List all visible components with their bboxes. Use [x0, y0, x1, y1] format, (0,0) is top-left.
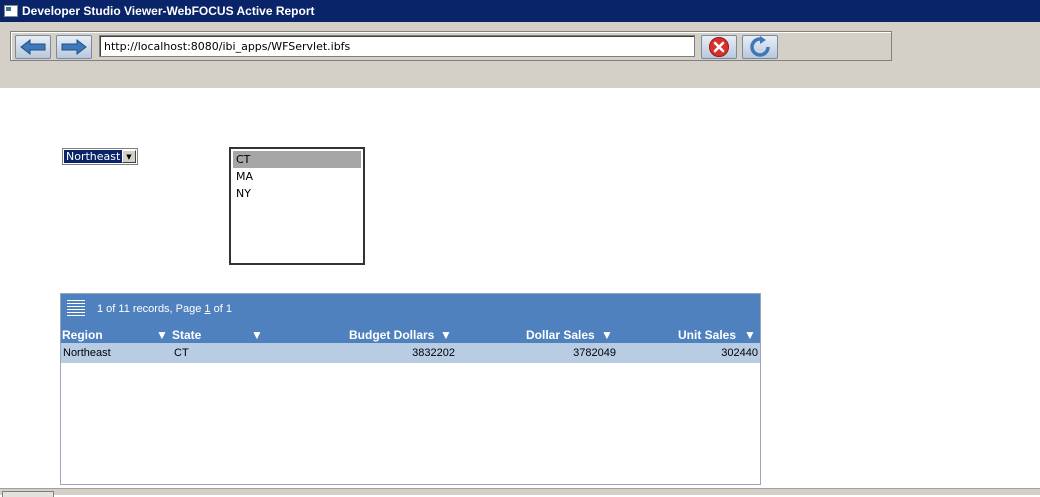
cell-region: Northeast	[63, 347, 111, 359]
cell-budget-dollars: 3832202	[412, 347, 455, 359]
records-prefix: 1 of 11 records, Page	[97, 303, 205, 315]
state-listbox[interactable]: CT MA NY	[229, 147, 365, 265]
region-selected-value: Northeast	[64, 150, 123, 163]
status-strip	[0, 488, 1040, 497]
back-button[interactable]	[15, 35, 51, 59]
column-header-state[interactable]: State	[172, 327, 201, 343]
active-report: 1 of 11 records, Page 1 of 1 Region ▼ St…	[60, 293, 761, 485]
refresh-button[interactable]	[742, 35, 778, 59]
refresh-icon	[750, 36, 770, 57]
sort-arrow-icon[interactable]: ▼	[601, 327, 613, 343]
region-dropdown[interactable]: Northeast ▼	[62, 148, 138, 165]
column-label-state: State	[172, 328, 202, 342]
column-label-unit-sales: Unit Sales	[678, 328, 737, 342]
report-header: 1 of 11 records, Page 1 of 1 Region ▼ St…	[61, 294, 760, 343]
column-label-budget-dollars: Budget Dollars	[349, 328, 435, 342]
cell-state: CT	[174, 347, 189, 359]
back-arrow-icon	[20, 38, 46, 56]
column-header-budget-dollars[interactable]: Budget Dollars	[349, 327, 434, 343]
bottom-tab	[2, 491, 54, 497]
column-headers: Region ▼ State ▼ Budget Dollars ▼ Dollar…	[61, 326, 760, 343]
title-bar: Developer Studio Viewer-WebFOCUS Active …	[0, 0, 1040, 22]
state-option-ma[interactable]: MA	[233, 168, 361, 185]
column-label-region: Region	[62, 328, 103, 342]
sort-arrow-icon[interactable]: ▼	[156, 327, 168, 343]
sort-arrow-icon[interactable]: ▼	[440, 327, 452, 343]
forward-button[interactable]	[56, 35, 92, 59]
table-row[interactable]: Northeast CT 3832202 3782049 302440	[61, 343, 760, 363]
sort-arrow-icon[interactable]: ▼	[744, 327, 756, 343]
column-header-region[interactable]: Region	[62, 327, 103, 343]
cell-dollar-sales: 3782049	[573, 347, 616, 359]
stop-button[interactable]	[701, 35, 737, 59]
address-bar[interactable]	[99, 35, 695, 57]
forward-arrow-icon	[61, 38, 87, 56]
state-option-ct[interactable]: CT	[233, 151, 361, 168]
navigation-toolbar	[10, 31, 892, 61]
app-icon	[4, 5, 18, 17]
column-header-dollar-sales[interactable]: Dollar Sales	[526, 327, 595, 343]
records-suffix: of 1	[210, 303, 232, 315]
dropdown-arrow-icon[interactable]: ▼	[122, 150, 136, 163]
window-title: Developer Studio Viewer-WebFOCUS Active …	[22, 4, 315, 18]
records-status: 1 of 11 records, Page 1 of 1	[97, 303, 232, 315]
stop-icon	[709, 37, 729, 57]
report-menu-icon[interactable]	[67, 300, 85, 318]
column-label-dollar-sales: Dollar Sales	[526, 328, 595, 342]
state-option-ny[interactable]: NY	[233, 185, 361, 202]
cell-unit-sales: 302440	[721, 347, 758, 359]
toolbar-area	[0, 22, 1040, 88]
column-header-unit-sales[interactable]: Unit Sales	[678, 327, 736, 343]
sort-arrow-icon[interactable]: ▼	[251, 327, 263, 343]
